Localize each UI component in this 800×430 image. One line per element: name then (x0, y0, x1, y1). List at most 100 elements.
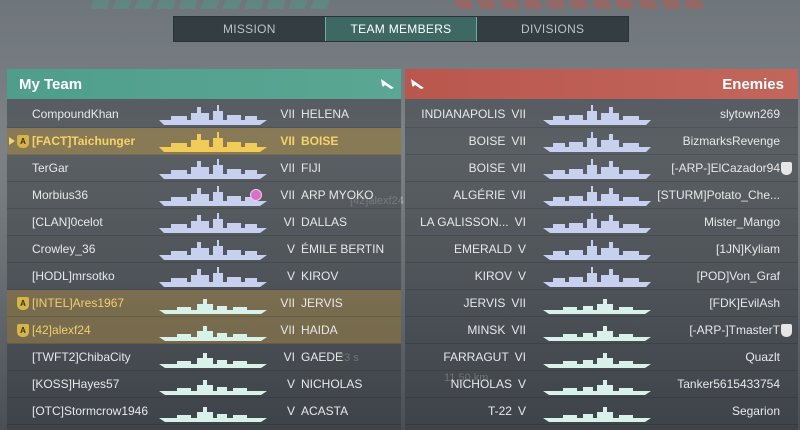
ship-name: EMERALD (453, 242, 512, 256)
tab-divisions[interactable]: DIVISIONS (477, 17, 628, 41)
ally-row[interactable]: [HODL]mrsotko V KIROV (7, 263, 401, 290)
ship-tier: VII (511, 107, 526, 121)
enemy-row[interactable]: MINSK VII [-ARP-]TmasterT (405, 317, 798, 344)
ship-tier: VII (511, 134, 526, 148)
ship-name: T-22 (487, 404, 512, 418)
ship-label: VI GAEDE (277, 350, 343, 364)
rank-shield-icon (781, 162, 792, 175)
ally-row[interactable]: [TWFT2]ChibaCity VI GAEDE (7, 344, 401, 371)
ally-marker-icon (112, 0, 132, 9)
rank-shield-icon: A (17, 324, 29, 337)
ship-name: KIROV (301, 269, 339, 283)
ship-name: BOISE (301, 134, 339, 148)
ship-tier: V (286, 242, 295, 256)
ship-name: ARP MYOKO (301, 188, 374, 202)
ship-label: VII ARP MYOKO (277, 188, 373, 202)
enemies-list: INDIANAPOLIS VII slytown269 BOISE VII Bizmark… (405, 101, 798, 425)
ship-label: V NICHOLAS (277, 377, 362, 391)
ship-tier: VII (511, 188, 526, 202)
rank-shield-icon: A (17, 135, 29, 148)
enemy-marker-icon (500, 0, 520, 9)
enemy-row[interactable]: ALGÉRIE VII [STURM]Potato_Che... (405, 182, 798, 209)
enemy-row[interactable]: BOISE VII [-ARP-]ElCazador94 (405, 155, 798, 182)
enemy-row[interactable]: NICHOLAS V Tanker5615433754 (405, 371, 798, 398)
enemies-title: Enemies (722, 75, 784, 93)
cruiser-silhouette-icon (543, 105, 651, 125)
ship-label: VII HELENA (277, 107, 349, 121)
ally-row[interactable]: TerGar VII FIJI (7, 155, 401, 182)
enemy-row[interactable]: JERVIS VII [FDK]EvilAsh (405, 290, 798, 317)
cruiser-silhouette-icon (543, 240, 651, 260)
ship-label: KIROV V (475, 269, 526, 283)
ally-row[interactable]: Morbius36 VII ARP MYOKO (7, 182, 401, 209)
ally-row[interactable]: Crowley_36 V ÉMILE BERTIN (7, 236, 401, 263)
tab-team-members[interactable]: TEAM MEMBERS (324, 17, 478, 41)
enemy-row[interactable]: FARRAGUT VI Quazlt (405, 344, 798, 371)
player-name: [POD]Von_Graf (696, 269, 780, 283)
ship-name: KIROV (474, 269, 512, 283)
ship-name: FIJI (301, 161, 321, 175)
ship-label: BOISE VII (469, 134, 526, 148)
ship-label: ALGÉRIE VII (453, 188, 526, 202)
ally-row[interactable]: A [42]alexf24 VII HAIDA (7, 317, 401, 344)
ship-label: INDIANAPOLIS VII (421, 107, 526, 121)
player-name: [FDK]EvilAsh (709, 296, 780, 310)
ship-label: VII BOISE (277, 134, 338, 148)
ally-row[interactable]: A [INTEL]Ares1967 VII JERVIS (7, 290, 401, 317)
enemy-row[interactable]: KIROV V [POD]Von_Graf (405, 263, 798, 290)
player-name: [1JN]Kyliam (715, 242, 780, 256)
tab-bar: MISSION TEAM MEMBERS DIVISIONS (173, 16, 629, 42)
enemy-row[interactable]: BOISE VII BizmarksRevenge (405, 128, 798, 155)
cruiser-silhouette-icon (159, 267, 267, 287)
destroyer-silhouette-icon (543, 353, 651, 368)
ally-row[interactable]: [CLAN]0celot VI DALLAS (7, 209, 401, 236)
player-name: Crowley_36 (32, 242, 96, 256)
ship-label: T-22 V (488, 404, 526, 418)
ally-marker-icon (266, 0, 286, 9)
enemy-row[interactable]: LA GALISSON... VI Mister_Mango (405, 209, 798, 236)
my-team-panel: My Team CompoundKhan VII HELENA A [FACT]Taic… (7, 69, 401, 430)
enemy-row[interactable]: T-22 V Segarion (405, 398, 798, 425)
ship-tier: V (517, 269, 526, 283)
destroyer-silhouette-icon (543, 299, 651, 314)
player-name: [OTC]Stormcrow1946 (32, 404, 149, 418)
special-ship-icon (250, 189, 262, 201)
my-team-header: My Team (7, 69, 401, 99)
enemy-row[interactable]: EMERALD V [1JN]Kyliam (405, 236, 798, 263)
player-name: [-ARP-]TmasterT (689, 323, 780, 337)
ally-row[interactable]: CompoundKhan VII HELENA (7, 101, 401, 128)
ship-tier: VII (511, 296, 526, 310)
player-name: [KOSS]Hayes57 (32, 377, 120, 391)
ship-tier: V (286, 404, 295, 418)
player-name: [42]alexf24 (32, 323, 91, 337)
player-name: Morbius36 (32, 188, 89, 202)
ship-tier: V (517, 404, 526, 418)
ship-label: V ACASTA (277, 404, 348, 418)
ally-row[interactable]: A [FACT]Taichunger VII BOISE (7, 128, 401, 155)
player-name: Quazlt (745, 350, 780, 364)
player-name: Tanker5615433754 (677, 377, 780, 391)
ship-label: VII FIJI (277, 161, 321, 175)
player-marker-icon (9, 137, 15, 145)
my-team-list: CompoundKhan VII HELENA A [FACT]Taichunger VI… (7, 101, 401, 425)
ship-name: INDIANAPOLIS (421, 107, 506, 121)
enemy-marker-icon (615, 0, 635, 9)
ship-label: VII JERVIS (277, 296, 342, 310)
player-name: Segarion (731, 404, 780, 418)
enemy-row[interactable]: INDIANAPOLIS VII slytown269 (405, 101, 798, 128)
cruiser-silhouette-icon (159, 213, 267, 233)
destroyer-silhouette-icon (543, 380, 651, 395)
ship-tier: VI (514, 215, 526, 229)
ship-tier: VII (511, 161, 526, 175)
ally-row[interactable]: [KOSS]Hayes57 V NICHOLAS (7, 371, 401, 398)
ship-name: BOISE (468, 161, 506, 175)
destroyer-silhouette-icon (159, 380, 267, 395)
player-name: Mister_Mango (703, 215, 780, 229)
my-team-title: My Team (19, 75, 83, 93)
ship-label: FARRAGUT VI (443, 350, 526, 364)
ship-tier: VI (514, 350, 526, 364)
ship-label: V ÉMILE BERTIN (277, 242, 384, 256)
ally-row[interactable]: [OTC]Stormcrow1946 V ACASTA (7, 398, 401, 425)
tab-mission[interactable]: MISSION (174, 17, 325, 41)
enemy-marker-icon (592, 0, 612, 9)
